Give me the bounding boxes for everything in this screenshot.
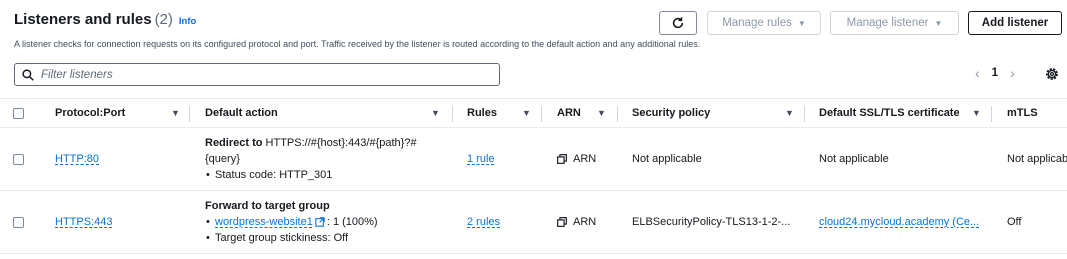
- action-title: Forward to target group: [205, 200, 330, 212]
- mtls-cell: Off: [1007, 216, 1022, 228]
- search-icon: [22, 68, 34, 81]
- row-select-cell: [13, 191, 24, 253]
- manage-listener-label: Manage listener: [846, 17, 929, 29]
- arn-cell[interactable]: ARN: [557, 191, 596, 253]
- action-detail: Target group stickiness: Off: [205, 230, 378, 246]
- section-header: Listeners and rules (2) Info: [14, 11, 196, 28]
- caret-down-icon: ▼: [934, 18, 943, 28]
- rules-link[interactable]: 2 rules: [467, 216, 500, 228]
- column-header-default-action[interactable]: Default action: [205, 99, 278, 127]
- column-header-security-policy[interactable]: Security policy: [632, 99, 710, 127]
- table-header-row: Protocol:Port ▼ Default action ▼ Rules ▼…: [0, 98, 1067, 128]
- table-row: HTTPS:443 Forward to target group wordpr…: [0, 191, 1067, 254]
- column-header-rules[interactable]: Rules: [467, 99, 497, 127]
- rules-cell: 2 rules: [467, 191, 500, 253]
- arn-label: ARN: [573, 153, 597, 165]
- listener-link[interactable]: HTTP:80: [55, 153, 99, 165]
- current-page[interactable]: 1: [992, 67, 998, 79]
- target-weight: : 1 (100%): [326, 216, 378, 228]
- refresh-button[interactable]: [659, 11, 697, 35]
- info-link[interactable]: Info: [179, 16, 196, 27]
- add-listener-label: Add listener: [981, 17, 1049, 29]
- caret-down-icon: ▼: [797, 18, 806, 28]
- certificate-cell: Not applicable: [819, 153, 889, 165]
- filter-listeners-input[interactable]: [41, 68, 481, 81]
- default-action-cell: Forward to target group wordpress-websit…: [205, 191, 445, 253]
- column-header-mtls[interactable]: mTLS: [1007, 99, 1038, 127]
- action-title: Redirect to: [205, 137, 263, 149]
- sort-caret-icon[interactable]: ▼: [522, 108, 531, 118]
- sort-caret-icon[interactable]: ▼: [171, 108, 180, 118]
- select-all-cell: [13, 99, 24, 127]
- external-link-icon[interactable]: [315, 217, 325, 227]
- row-checkbox[interactable]: [13, 153, 24, 165]
- copy-icon[interactable]: [557, 217, 567, 227]
- sort-caret-icon[interactable]: ▼: [431, 108, 440, 118]
- select-all-checkbox[interactable]: [13, 107, 24, 119]
- section-description: A listener checks for connection request…: [14, 39, 701, 49]
- section-title: Listeners and rules: [14, 11, 152, 28]
- mtls-cell: Not applicab: [1007, 153, 1067, 165]
- sort-caret-icon[interactable]: ▼: [785, 108, 794, 118]
- chevron-right-icon[interactable]: ›: [1010, 65, 1015, 81]
- table-row: HTTP:80 Redirect to HTTPS://#{host}:443/…: [0, 128, 1067, 191]
- manage-rules-label: Manage rules: [722, 17, 792, 29]
- security-policy-cell: ELBSecurityPolicy-TLS13-1-2-...: [632, 216, 791, 228]
- action-detail: Status code: HTTP_301: [205, 167, 445, 183]
- target-group-link[interactable]: wordpress-website1: [215, 216, 313, 228]
- column-header-protocol-port[interactable]: Protocol:Port: [55, 99, 125, 127]
- chevron-left-icon[interactable]: ‹: [975, 65, 980, 81]
- default-action-cell: Redirect to HTTPS://#{host}:443/#{path}?…: [205, 128, 445, 190]
- filter-listeners-field[interactable]: [14, 63, 500, 86]
- add-listener-button[interactable]: Add listener: [968, 11, 1062, 35]
- protocol-port-cell: HTTPS:443: [55, 191, 112, 253]
- listener-count: (2): [154, 11, 173, 28]
- target-group-item: wordpress-website1 : 1 (100%): [205, 214, 378, 230]
- column-header-certificate[interactable]: Default SSL/TLS certificate: [819, 99, 960, 127]
- row-select-cell: [13, 128, 24, 190]
- listener-link[interactable]: HTTPS:443: [55, 216, 112, 228]
- sort-caret-icon[interactable]: ▼: [597, 108, 606, 118]
- pagination: ‹ 1 ›: [975, 65, 1015, 81]
- manage-listener-button[interactable]: Manage listener ▼: [830, 11, 959, 35]
- rules-link[interactable]: 1 rule: [467, 153, 495, 165]
- rules-cell: 1 rule: [467, 128, 495, 190]
- sort-caret-icon[interactable]: ▼: [972, 108, 981, 118]
- refresh-icon: [672, 17, 684, 29]
- copy-icon[interactable]: [557, 154, 567, 164]
- certificate-cell: cloud24.mycloud.academy (Ce...: [819, 191, 979, 253]
- protocol-port-cell: HTTP:80: [55, 128, 99, 190]
- manage-rules-button[interactable]: Manage rules ▼: [707, 11, 821, 35]
- security-policy-cell: Not applicable: [632, 153, 702, 165]
- column-header-arn[interactable]: ARN: [557, 99, 581, 127]
- arn-label: ARN: [573, 216, 597, 228]
- row-checkbox[interactable]: [13, 216, 24, 228]
- gear-icon[interactable]: [1044, 66, 1060, 82]
- arn-cell[interactable]: ARN: [557, 128, 596, 190]
- certificate-link[interactable]: cloud24.mycloud.academy (Ce...: [819, 216, 979, 228]
